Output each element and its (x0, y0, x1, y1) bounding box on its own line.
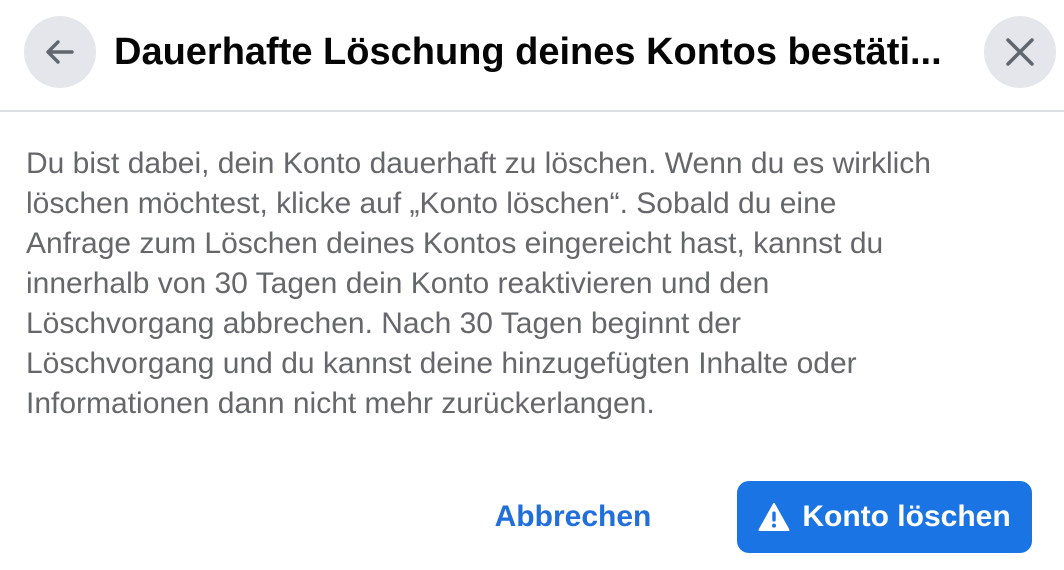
delete-account-dialog: Dauerhafte Löschung deines Kontos bestät… (0, 0, 1064, 570)
delete-account-label: Konto löschen (802, 500, 1011, 533)
arrow-left-icon (43, 35, 77, 69)
description-line: innerhalb von 30 Tagen dein Konto reakti… (26, 267, 770, 300)
description-line: Löschvorgang abbrechen. Nach 30 Tagen be… (26, 307, 741, 340)
cancel-button[interactable]: Abbrechen (478, 486, 668, 548)
description-line: löschen möchtest, klicke auf „Konto lösc… (26, 187, 837, 220)
close-button[interactable] (984, 16, 1056, 88)
dialog-description: Du bist dabei, dein Konto dauerhaft zu l… (26, 144, 1062, 424)
description-line: Löschvorgang und du kannst deine hinzuge… (26, 347, 857, 380)
dialog-header: Dauerhafte Löschung deines Kontos bestät… (0, 0, 1064, 112)
description-line: Du bist dabei, dein Konto dauerhaft zu l… (26, 147, 931, 180)
description-line: Informationen dann nicht mehr zurückerla… (26, 387, 655, 420)
dialog-title: Dauerhafte Löschung deines Kontos bestät… (114, 31, 942, 73)
close-icon (1005, 37, 1035, 67)
back-button[interactable] (24, 16, 96, 88)
delete-account-button[interactable]: Konto löschen (737, 481, 1032, 553)
description-line: Anfrage zum Löschen deines Kontos einger… (26, 227, 884, 260)
warning-triangle-icon (758, 502, 790, 532)
